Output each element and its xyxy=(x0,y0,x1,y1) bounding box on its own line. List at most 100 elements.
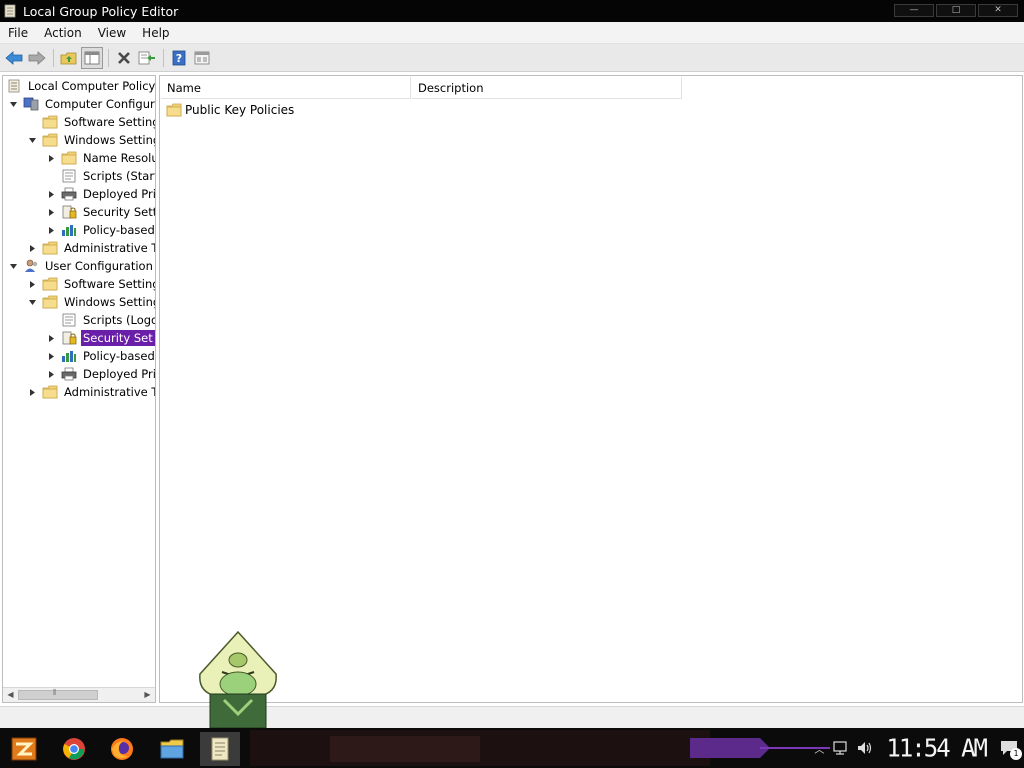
system-tray: ︿ 11:54 AM 1 xyxy=(814,728,1024,768)
expanded-arrow-icon[interactable] xyxy=(26,296,38,308)
policy-icon xyxy=(6,79,22,93)
chart-icon xyxy=(61,223,77,237)
tree-item[interactable]: User Configuration xyxy=(7,257,155,275)
taskbar-chrome[interactable] xyxy=(54,732,94,766)
tree-item[interactable]: Software Setting xyxy=(26,113,155,131)
collapsed-arrow-icon[interactable] xyxy=(45,188,57,200)
group-policy-editor-icon xyxy=(211,737,229,761)
up-folder-button[interactable] xyxy=(58,47,80,69)
maximize-button[interactable]: □ xyxy=(936,4,976,17)
tree-item-label: Scripts (Logor xyxy=(83,313,156,327)
tree-item[interactable]: Scripts (Logor xyxy=(45,311,156,329)
expanded-arrow-icon[interactable] xyxy=(7,260,19,272)
column-header-description[interactable]: Description xyxy=(412,77,682,99)
tree-item[interactable]: Name Resoluti xyxy=(45,149,155,167)
volume-icon[interactable] xyxy=(856,740,874,756)
tree-item[interactable]: Administrative Te xyxy=(26,239,156,257)
tree-item-label: Computer Configurati xyxy=(45,97,155,111)
collapsed-arrow-icon[interactable] xyxy=(26,278,38,290)
taskbar-file-explorer[interactable] xyxy=(152,732,192,766)
collapsed-arrow-icon[interactable] xyxy=(26,386,38,398)
show-hide-console-tree-icon xyxy=(84,51,100,64)
scroll-left-icon[interactable]: ◀ xyxy=(4,689,17,701)
tree-item[interactable]: Security Set xyxy=(45,329,155,347)
window-title: Local Group Policy Editor xyxy=(23,3,179,19)
collapsed-arrow-icon[interactable] xyxy=(45,368,57,380)
taskbar: ︿ 11:54 AM 1 xyxy=(0,728,1024,768)
folder-icon xyxy=(42,277,58,291)
toolbar-separator xyxy=(108,48,109,67)
help-button[interactable]: ? xyxy=(168,47,190,69)
taskbar-group-policy-editor[interactable] xyxy=(200,732,240,766)
status-bar xyxy=(0,706,1024,728)
taskbar-firefox[interactable] xyxy=(102,732,142,766)
tree-item[interactable]: Software Setting xyxy=(26,275,155,293)
start-icon xyxy=(11,737,37,761)
close-button[interactable]: ✕ xyxy=(978,4,1018,17)
show-hidden-icons-icon[interactable]: ︿ xyxy=(814,741,824,756)
firefox-icon xyxy=(111,738,133,760)
tree-item[interactable]: Policy-based ( xyxy=(45,221,155,239)
properties-button[interactable] xyxy=(191,47,213,69)
details-pane[interactable]: Name Description Public Key Policies xyxy=(159,75,1023,703)
printer-icon xyxy=(61,367,77,381)
delete-icon xyxy=(118,51,130,64)
tree-item-label: Deployed Prin xyxy=(83,367,156,381)
printer-icon xyxy=(61,187,77,201)
collapsed-arrow-icon[interactable] xyxy=(26,242,38,254)
tree-item-label: Security Sett xyxy=(83,205,156,219)
menu-file[interactable]: File xyxy=(0,26,36,40)
console-tree[interactable]: Local Computer Policy Computer Configurat… xyxy=(2,75,156,703)
minimize-button[interactable]: — xyxy=(894,4,934,17)
tree-item[interactable]: Administrative Te xyxy=(26,383,156,401)
toolbar-separator xyxy=(53,48,54,67)
collapsed-arrow-icon[interactable] xyxy=(45,332,57,344)
character-sticker-icon xyxy=(199,630,277,728)
tree-item-label: Administrative Te xyxy=(64,385,156,399)
column-header-name[interactable]: Name xyxy=(161,77,411,99)
start-button[interactable] xyxy=(4,732,44,766)
back-button[interactable] xyxy=(3,47,25,69)
tree-item-label: Name Resoluti xyxy=(83,151,155,165)
group-policy-app-icon xyxy=(4,4,16,18)
tree-item[interactable]: Local Computer Policy xyxy=(6,77,155,95)
collapsed-arrow-icon[interactable] xyxy=(45,152,57,164)
back-icon xyxy=(5,50,23,65)
show-hide-console-tree-button[interactable] xyxy=(81,46,103,69)
list-item[interactable]: Public Key Policies xyxy=(166,101,294,119)
tree-item[interactable]: Windows Setting: xyxy=(26,293,155,311)
menu-view[interactable]: View xyxy=(90,26,134,40)
tree-item[interactable]: Policy-based ( xyxy=(45,347,155,365)
taskbar-clock[interactable]: 11:54 AM xyxy=(886,733,988,762)
tree-item[interactable]: Windows Setting: xyxy=(26,131,155,149)
tree-item-label: Administrative Te xyxy=(64,241,156,255)
tree-item[interactable]: Security Sett xyxy=(45,203,156,221)
expanded-arrow-icon[interactable] xyxy=(26,134,38,146)
scroll-right-icon[interactable]: ▶ xyxy=(141,689,154,701)
export-list-button[interactable] xyxy=(136,47,158,69)
menu-help[interactable]: Help xyxy=(134,26,177,40)
tree-item-label: Scripts (Start xyxy=(83,169,156,183)
scroll-thumb[interactable] xyxy=(18,690,98,700)
folder-icon xyxy=(42,133,58,147)
tree-item[interactable]: Computer Configurati xyxy=(7,95,155,113)
tree-item-label: Security Set xyxy=(81,330,155,346)
tree-item[interactable]: Deployed Prin xyxy=(45,365,156,383)
menu-bar: File Action View Help xyxy=(0,22,1024,44)
security-icon xyxy=(61,331,77,345)
network-icon[interactable] xyxy=(832,740,850,756)
collapsed-arrow-icon[interactable] xyxy=(45,206,57,218)
collapsed-arrow-icon[interactable] xyxy=(45,224,57,236)
expanded-arrow-icon[interactable] xyxy=(7,98,19,110)
action-center-button[interactable]: 1 xyxy=(994,734,1024,762)
tree-horizontal-scrollbar[interactable]: ◀ ⦀ ▶ xyxy=(3,687,155,702)
menu-action[interactable]: Action xyxy=(36,26,90,40)
delete-button[interactable] xyxy=(113,47,135,69)
collapsed-arrow-icon[interactable] xyxy=(45,350,57,362)
tree-item[interactable]: Scripts (Start xyxy=(45,167,156,185)
tree-item-label: Deployed Prin xyxy=(83,187,156,201)
forward-button[interactable] xyxy=(26,47,48,69)
tree-item[interactable]: Deployed Prin xyxy=(45,185,156,203)
help-icon: ? xyxy=(172,50,186,65)
